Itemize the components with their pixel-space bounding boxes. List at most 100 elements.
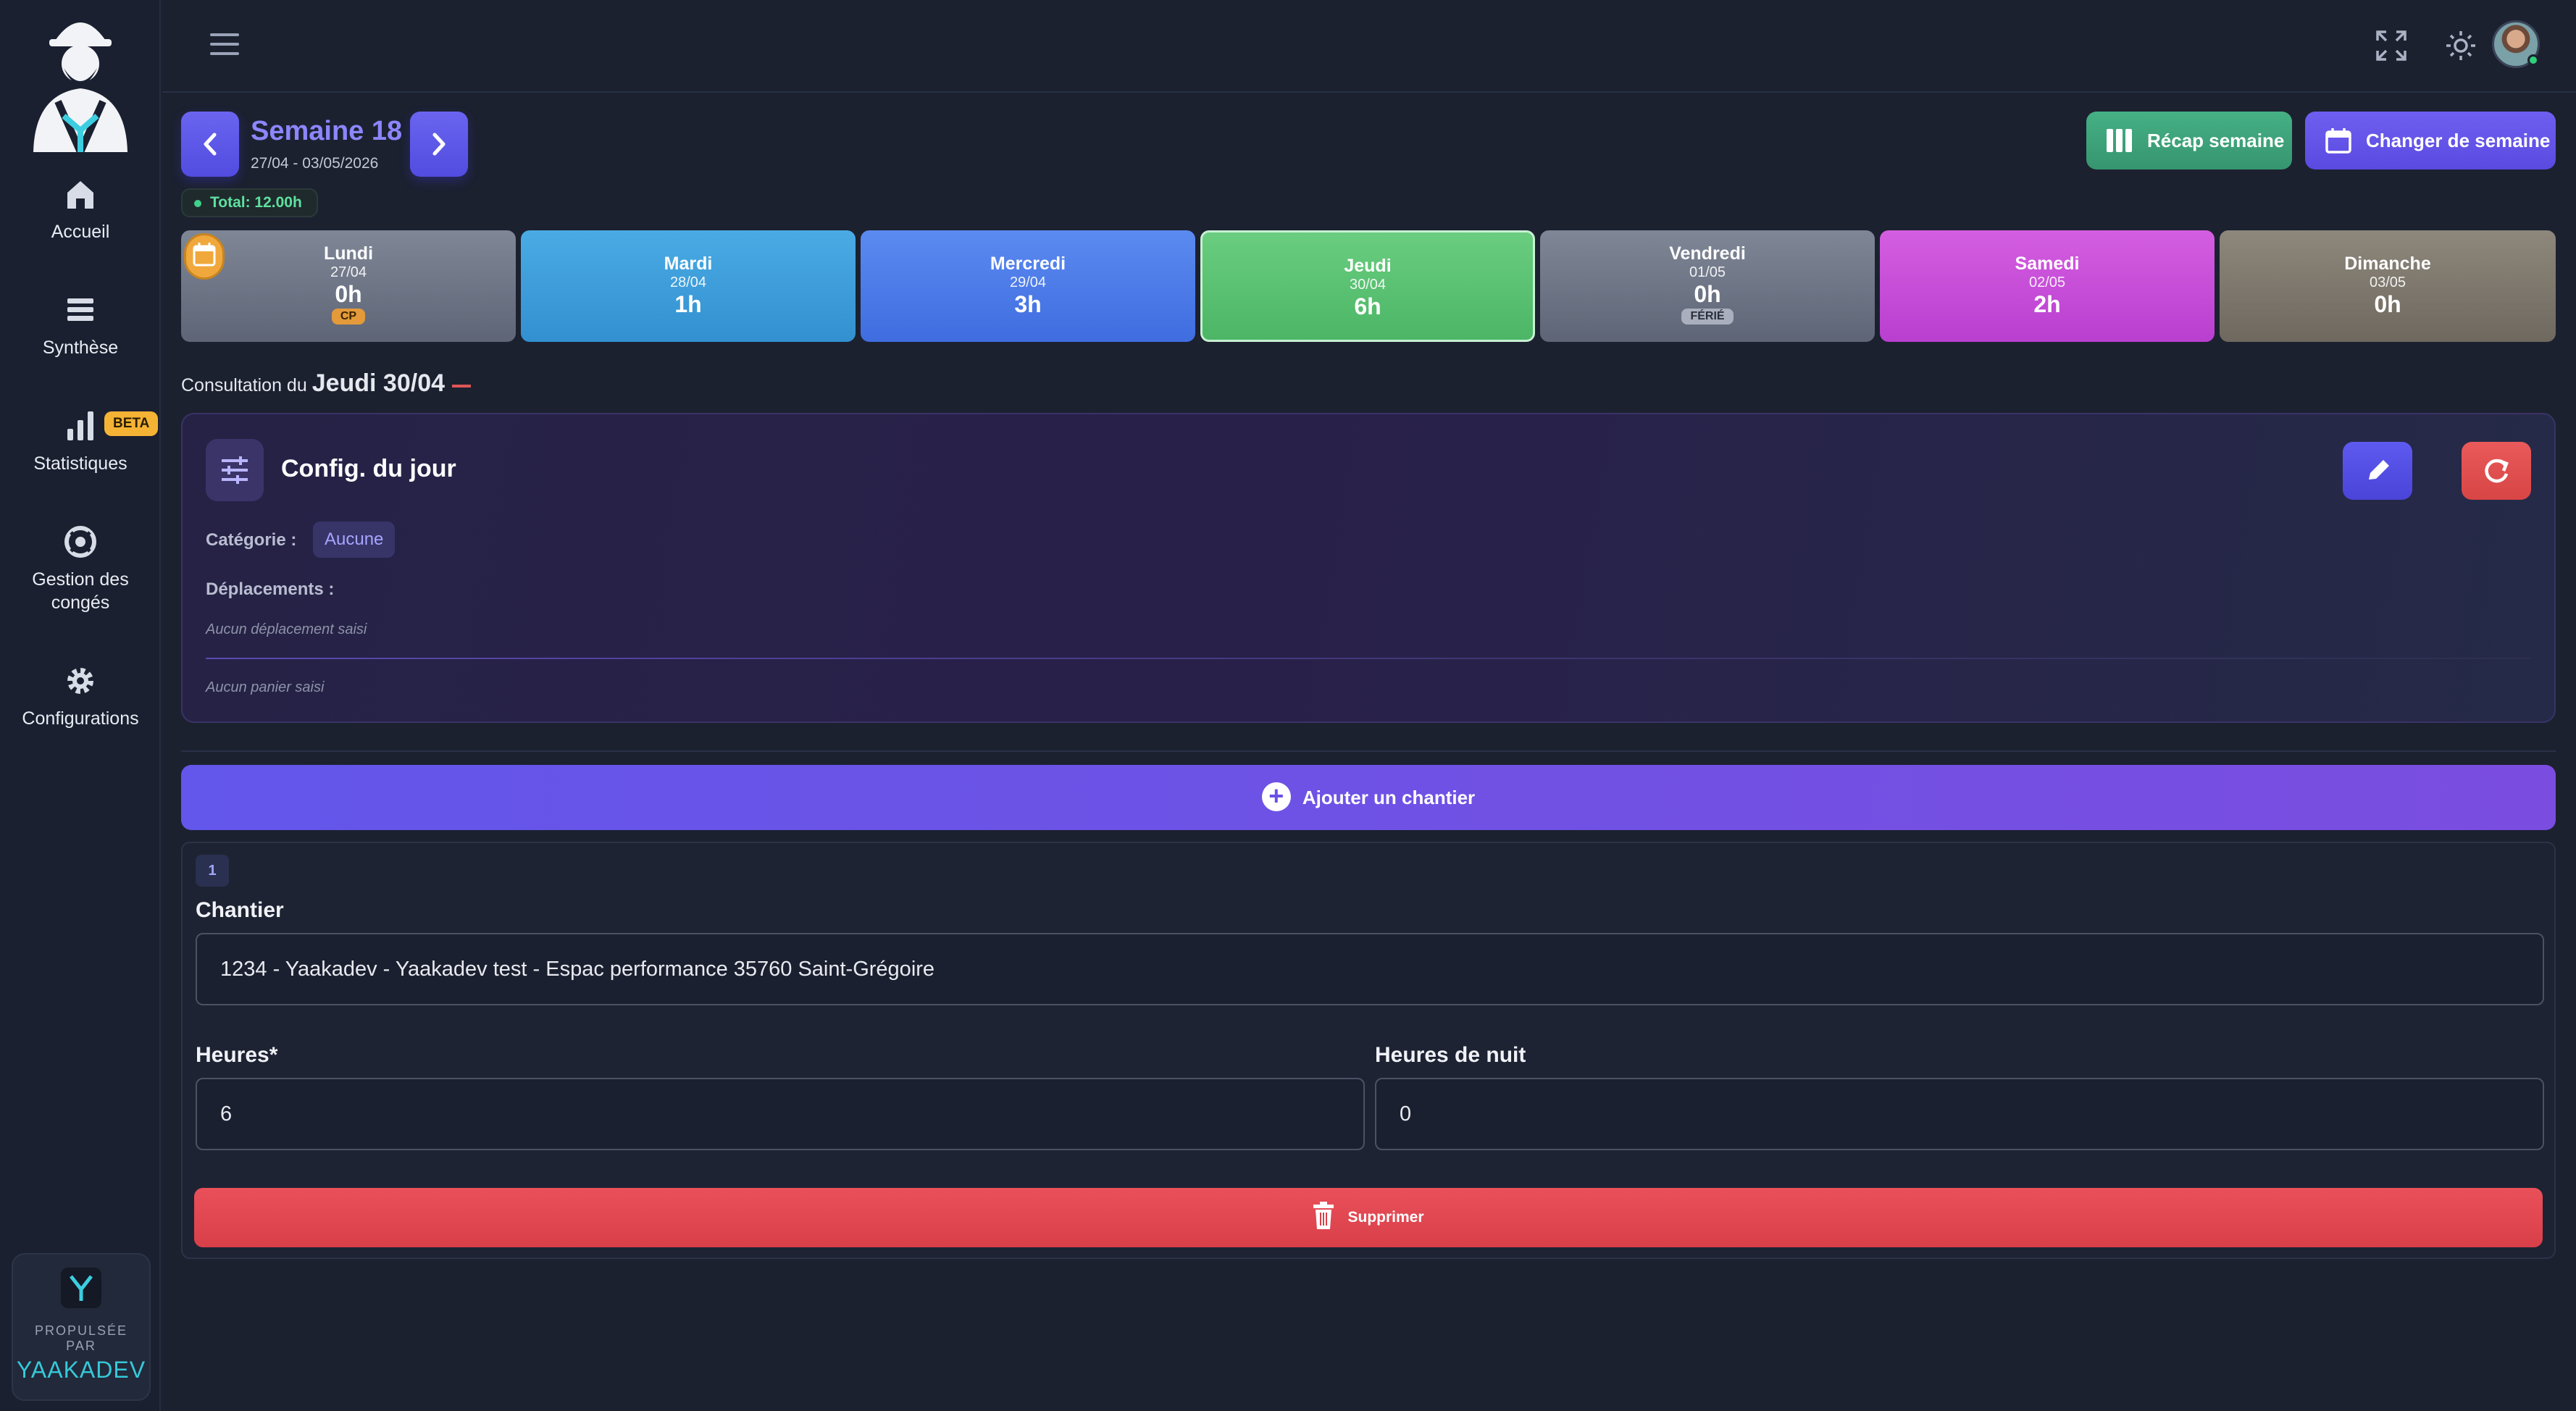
status-dash — [452, 385, 472, 388]
day-name: Mardi — [664, 254, 713, 274]
topbar — [162, 0, 2576, 93]
fullscreen-icon[interactable] — [2373, 28, 2409, 64]
change-week-label: Changer de semaine — [2366, 130, 2551, 151]
night-hours-label: Heures de nuit — [1375, 1043, 1526, 1067]
chevron-left-icon — [204, 133, 217, 156]
trash-icon — [1313, 1202, 1334, 1230]
category-value: Aucune — [313, 522, 396, 558]
sliders-icon — [206, 439, 264, 501]
consultation-heading: Consultation du Jeudi 30/04 — [181, 369, 472, 398]
day-card-mardi[interactable]: Mardi 28/04 1h — [521, 230, 856, 342]
sidebar-item-label: Synthèse — [42, 338, 119, 358]
week-range: 27/04 - 03/05/2026 — [251, 155, 379, 172]
day-card-jeudi[interactable]: Jeudi 30/04 6h — [1200, 230, 1535, 342]
powered-line2: PAR — [66, 1339, 96, 1353]
day-name: Jeudi — [1344, 256, 1392, 276]
hours-label: Heures* — [196, 1043, 278, 1067]
day-hours: 6h — [1354, 293, 1381, 319]
leave-badge: CP — [331, 309, 366, 325]
day-name: Lundi — [323, 243, 374, 264]
powered-by-box[interactable]: PROPULSÉE PAR YAAKADEV — [12, 1253, 151, 1401]
day-date: 30/04 — [1349, 277, 1387, 293]
week-title: Semaine 18 — [251, 116, 403, 146]
day-name: Mercredi — [990, 254, 1066, 274]
chantier-number: 1 — [196, 855, 229, 887]
config-title: Config. du jour — [281, 455, 456, 482]
add-chantier-button[interactable]: + Ajouter un chantier — [181, 765, 2556, 830]
day-card-dimanche[interactable]: Dimanche 03/05 0h — [2220, 230, 2556, 342]
next-week-button[interactable] — [410, 112, 468, 177]
day-hours: 1h — [674, 291, 702, 317]
day-date: 03/05 — [2369, 275, 2406, 290]
recap-week-button[interactable]: Récap semaine — [2086, 112, 2292, 169]
consultation-day: Jeudi 30/04 — [311, 369, 446, 397]
sidebar-item-label: Configurations — [22, 708, 139, 729]
hours-input[interactable]: 6 — [196, 1078, 1365, 1150]
divider — [206, 658, 2531, 659]
day-hours: 0h — [1694, 281, 1721, 307]
reset-config-button[interactable] — [2462, 442, 2531, 500]
powered-line1: PROPULSÉE — [34, 1323, 128, 1338]
day-date: 01/05 — [1689, 264, 1726, 280]
calendar-leave-icon — [184, 233, 225, 280]
sidebar: Accueil Synthèse Statistiques BETA Gesti… — [0, 0, 161, 1411]
day-date: 27/04 — [330, 264, 367, 280]
night-hours-input[interactable]: 0 — [1375, 1078, 2544, 1150]
gear-icon — [67, 668, 93, 694]
recap-week-label: Récap semaine — [2147, 130, 2285, 151]
sidebar-item-conges[interactable]: Gestion des congés — [0, 524, 161, 614]
pencil-icon — [2369, 460, 2389, 480]
holiday-badge: FÉRIÉ — [1681, 309, 1734, 325]
refresh-icon — [2485, 459, 2509, 483]
delete-label: Supprimer — [1347, 1209, 1424, 1226]
consultation-prefix: Consultation du — [181, 375, 307, 395]
sun-icon[interactable] — [2443, 28, 2479, 64]
day-name: Dimanche — [2344, 254, 2431, 274]
day-hours: 2h — [2033, 291, 2061, 317]
sidebar-item-label: Accueil — [51, 222, 110, 242]
day-date: 28/04 — [669, 275, 707, 290]
chevron-right-icon — [432, 133, 446, 156]
day-config-panel: Config. du jour Catégorie : Aucune Dépla… — [181, 413, 2556, 723]
sidebar-item-synthese[interactable]: Synthèse — [0, 293, 161, 359]
day-card-vendredi[interactable]: Vendredi 01/05 0h FÉRIÉ — [1540, 230, 1875, 342]
day-hours: 3h — [1014, 291, 1042, 317]
no-basket-text: Aucun panier saisi — [206, 679, 325, 695]
add-chantier-label: Ajouter un chantier — [1302, 787, 1476, 808]
chantier-select[interactable]: 1234 - Yaakadev - Yaakadev test - Espac … — [196, 933, 2544, 1005]
day-hours: 0h — [2374, 291, 2401, 317]
change-week-button[interactable]: Changer de semaine — [2305, 112, 2556, 169]
day-card-samedi[interactable]: Samedi 02/05 2h — [1880, 230, 2215, 342]
chantier-card: 1 Chantier 1234 - Yaakadev - Yaakadev te… — [181, 842, 2556, 1259]
columns-icon — [2107, 129, 2132, 152]
online-status-dot — [2527, 54, 2539, 66]
sidebar-item-configurations[interactable]: Configurations — [0, 663, 161, 730]
list-icon — [67, 298, 93, 321]
moves-label: Déplacements : — [206, 579, 335, 599]
day-hours: 0h — [335, 281, 362, 307]
sidebar-item-accueil[interactable]: Accueil — [0, 177, 161, 243]
powered-brand: YAAKADEV — [16, 1357, 146, 1383]
category-label: Catégorie : — [206, 530, 297, 550]
plus-icon: + — [1261, 782, 1291, 812]
day-card-mercredi[interactable]: Mercredi 29/04 3h — [861, 230, 1195, 342]
chantier-label: Chantier — [196, 898, 284, 922]
edit-config-button[interactable] — [2343, 442, 2412, 500]
day-name: Samedi — [2015, 254, 2080, 274]
bar-chart-icon — [67, 411, 93, 440]
menu-icon[interactable] — [210, 33, 239, 58]
day-card-lundi[interactable]: Lundi 27/04 0h CP — [181, 230, 516, 342]
avatar[interactable] — [2492, 20, 2540, 68]
previous-week-button[interactable] — [181, 112, 239, 177]
delete-chantier-button[interactable]: Supprimer — [194, 1188, 2543, 1247]
day-name: Vendredi — [1669, 243, 1746, 264]
total-hours-badge: Total: 12.00h — [181, 188, 318, 217]
home-icon — [67, 181, 93, 209]
calendar-icon — [2325, 128, 2351, 154]
app-logo[interactable] — [20, 7, 141, 162]
divider — [181, 750, 2556, 752]
beta-badge: BETA — [104, 411, 159, 436]
no-moves-text: Aucun déplacement saisi — [206, 621, 367, 637]
sidebar-item-label: Statistiques — [33, 453, 127, 474]
day-date: 29/04 — [1009, 275, 1047, 290]
